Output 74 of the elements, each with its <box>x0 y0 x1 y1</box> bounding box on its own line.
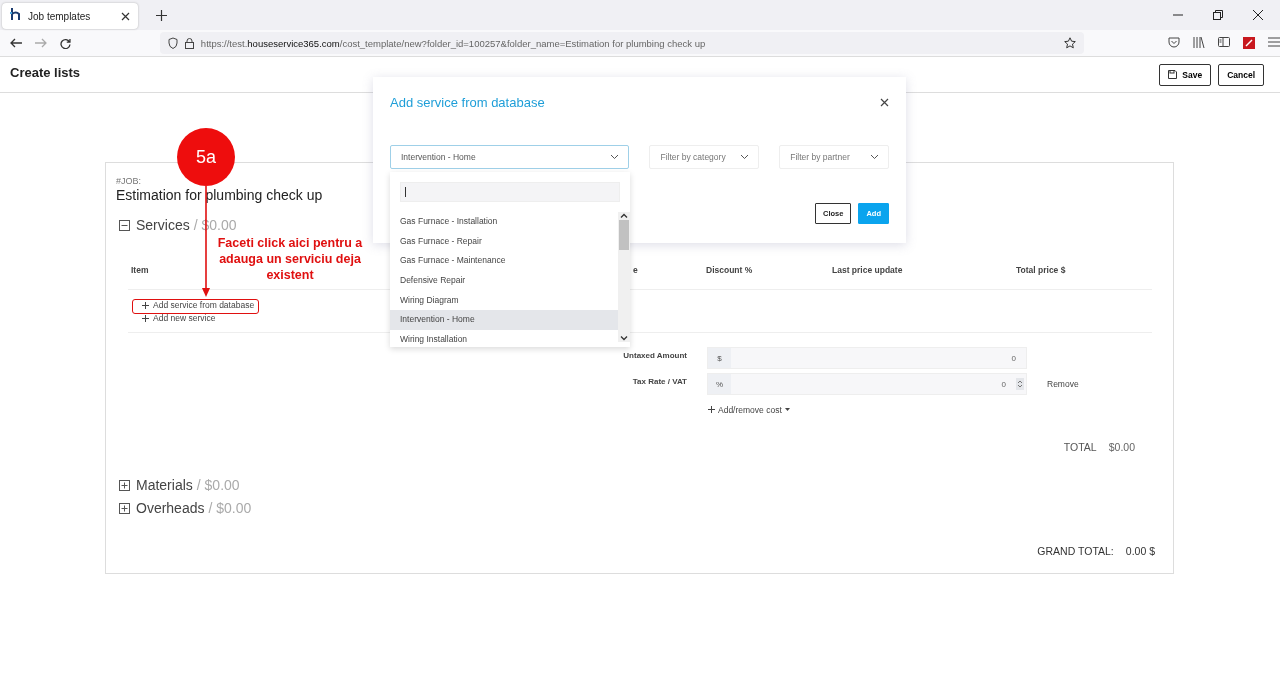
service-select[interactable]: Intervention - Home <box>390 145 630 169</box>
chevron-down-icon <box>870 154 879 160</box>
menu-icon[interactable] <box>1268 37 1280 47</box>
plus-icon <box>142 302 149 309</box>
scroll-down-icon[interactable] <box>618 334 630 342</box>
job-label: #JOB: <box>116 176 142 186</box>
column-header: Total price $ <box>1016 265 1066 275</box>
filter-select[interactable]: Filter by category <box>649 145 760 169</box>
extension-icon[interactable] <box>1243 37 1255 49</box>
scroll-up-icon[interactable] <box>618 212 630 220</box>
collapse-icon[interactable] <box>119 219 130 231</box>
tab-title: Job templates <box>28 10 92 22</box>
add-remove-cost-link[interactable]: Add/remove cost <box>708 404 790 415</box>
address-bar[interactable]: https://test.houseservice365.com/cost_template/new?folder_id=100257&folder_name=Estimation for plumbing check up <box>159 32 1084 54</box>
expand-icon[interactable] <box>119 502 130 514</box>
dropdown-option[interactable]: Gas Furnace - Repair <box>390 231 618 252</box>
dropdown-option[interactable]: Gas Furnace - Installation <box>390 212 618 232</box>
amount-field[interactable]: $ 0 <box>707 347 1027 369</box>
section-amount: / $0.00 <box>208 500 252 516</box>
restore-icon[interactable] <box>1213 10 1223 20</box>
scrollbar[interactable] <box>618 212 630 342</box>
dropdown-search-field[interactable] <box>400 182 620 202</box>
section-title: Overheads <box>136 500 205 516</box>
column-header: Last price update <box>832 265 903 275</box>
close-icon[interactable] <box>880 98 889 107</box>
tax-rate-field[interactable]: % 0 <box>707 373 1027 395</box>
add-link[interactable]: Add service from database <box>139 299 258 312</box>
close-tab-icon[interactable] <box>121 11 130 21</box>
annotation-note: Faceti click aici pentru a adauga un serviciu deja existent <box>216 235 364 283</box>
cost-label: Tax Rate / VAT <box>631 376 687 386</box>
modal-title: Add service from database <box>390 95 545 110</box>
section-title: Materials <box>136 477 193 493</box>
dropdown-option[interactable]: Gas Furnace - Maintenance <box>390 251 618 272</box>
step-badge: 5a <box>177 128 235 186</box>
chevron-down-icon <box>740 154 750 160</box>
grand-total-value: 0.00 $ <box>1125 545 1155 557</box>
dropdown-option[interactable]: Wiring Installation <box>390 330 618 347</box>
column-header: e <box>633 265 638 275</box>
total-value: $0.00 <box>1108 441 1135 453</box>
new-tab-icon[interactable] <box>156 9 167 21</box>
remove-link[interactable]: Remove <box>1047 379 1079 389</box>
sidebar-icon[interactable] <box>1218 37 1230 47</box>
add-link[interactable]: Add new service <box>139 312 219 325</box>
total-label: TOTAL <box>1063 441 1097 453</box>
scroll-thumb[interactable] <box>619 220 629 250</box>
browser-tab[interactable]: Job templates <box>2 3 138 29</box>
dropdown-option[interactable]: Defensive Repair <box>390 271 618 291</box>
section-title: Services <box>136 217 190 233</box>
lock-icon <box>184 37 194 49</box>
plus-icon <box>142 315 149 322</box>
caret-down-icon <box>784 408 790 411</box>
close-window-icon[interactable] <box>1253 10 1263 20</box>
section-amount: / $0.00 <box>196 477 240 493</box>
dropdown-option[interactable]: Intervention - Home <box>390 310 618 331</box>
spinner-icon[interactable] <box>1016 378 1024 390</box>
page-title: Create lists <box>10 65 81 80</box>
column-header: Item <box>131 265 149 275</box>
back-icon[interactable] <box>10 38 22 48</box>
save-button[interactable]: Save <box>1159 63 1212 86</box>
column-header: Discount % <box>706 265 753 275</box>
dropdown-option[interactable]: Wiring Diagram <box>390 290 618 311</box>
library-icon[interactable] <box>1193 37 1205 48</box>
expand-icon[interactable] <box>119 479 130 491</box>
bookmark-star-icon[interactable] <box>1064 37 1076 49</box>
pocket-icon[interactable] <box>1168 37 1180 48</box>
cost-label: Untaxed Amount <box>622 350 687 360</box>
grand-total-label: GRAND TOTAL: <box>1037 545 1114 557</box>
cancel-button[interactable]: Cancel <box>1218 63 1264 86</box>
url-text: https://test.houseservice365.com/cost_template/new?folder_id=100257&folder_name=Estimation for plumbing check up <box>200 37 706 49</box>
shield-icon <box>167 37 178 49</box>
plus-icon <box>708 406 715 413</box>
filter-select[interactable]: Filter by partner <box>779 145 889 169</box>
reload-icon[interactable] <box>59 37 71 49</box>
chevron-down-icon <box>610 154 620 160</box>
